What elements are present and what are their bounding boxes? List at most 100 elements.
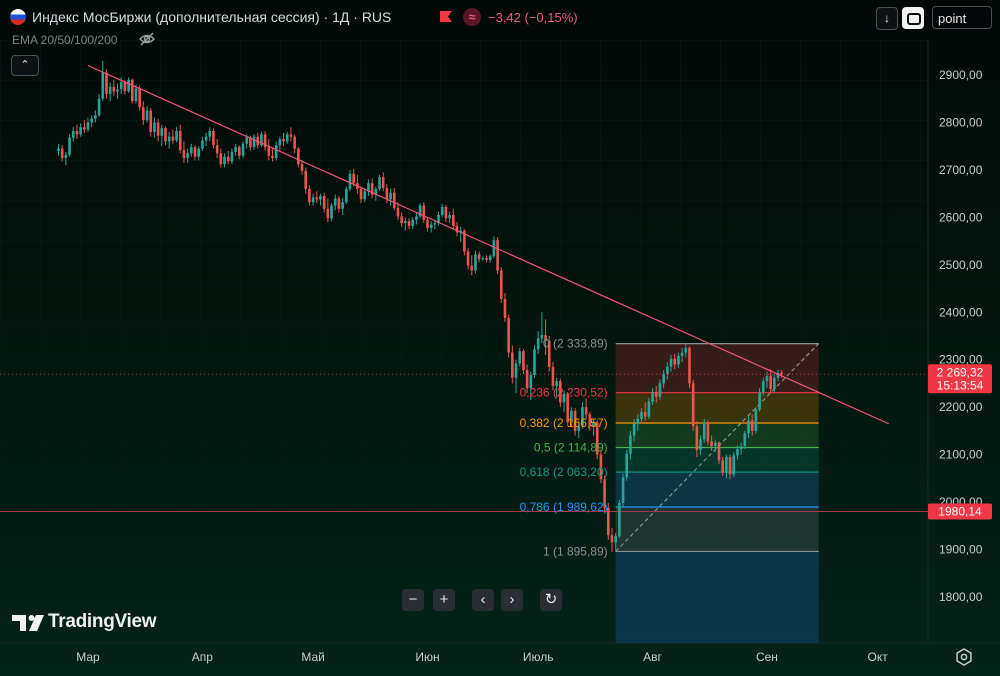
candle-body (404, 221, 407, 224)
price-tick-label: 2700,00 (939, 163, 983, 177)
candle-body (610, 535, 614, 543)
candle (702, 419, 706, 443)
red-flag-icon[interactable] (440, 11, 452, 22)
price-tick-label: 1800,00 (939, 590, 983, 604)
flag-icon (10, 9, 26, 25)
countdown-label: 15:13:54 (937, 378, 984, 392)
chevron-up-icon[interactable]: ⌃ (11, 55, 39, 76)
candle-body (212, 130, 215, 146)
candle-body (773, 377, 776, 390)
candle-body (400, 216, 403, 224)
candle-body (219, 153, 223, 165)
candle-body (86, 122, 90, 130)
candle (130, 78, 134, 104)
candle-body (651, 391, 654, 402)
candle-body (60, 148, 64, 159)
fib-extension-zone (615, 551, 819, 643)
candle-body (632, 423, 636, 436)
candle-body (618, 502, 621, 537)
reset-icon[interactable]: ↻ (540, 589, 562, 611)
candle-body (643, 411, 647, 417)
candle-body (736, 448, 739, 456)
candle-body (282, 139, 285, 142)
screenshot-icon[interactable] (902, 7, 924, 29)
candle-body (640, 411, 643, 420)
candle-body (193, 147, 197, 157)
arrow-down-icon[interactable]: ↓ (876, 7, 898, 30)
candle-body (389, 192, 392, 200)
candle-body (533, 349, 536, 375)
candle-body (326, 208, 330, 219)
candle-body (142, 107, 145, 121)
price-tick-label: 2800,00 (939, 115, 983, 129)
candle (378, 174, 381, 192)
candle-body (94, 115, 97, 119)
candle-body (241, 143, 245, 156)
candle-body (119, 82, 123, 90)
candle-body (348, 173, 352, 189)
price-tick-label: 2600,00 (939, 210, 983, 224)
candle-body (79, 127, 82, 135)
candle-body (706, 422, 710, 442)
candle-body (337, 198, 341, 209)
candle-body (710, 441, 713, 447)
candle-body (739, 446, 743, 449)
candle-body (149, 110, 153, 132)
symbol-wave-icon[interactable]: ≈ (463, 8, 481, 26)
candle-body (636, 419, 640, 424)
candle-body (518, 351, 522, 364)
candle-body (330, 205, 333, 219)
candle (732, 452, 736, 478)
candle (688, 346, 691, 389)
minus-icon[interactable]: − (402, 589, 424, 611)
eye-hidden-icon[interactable] (138, 31, 156, 47)
candle-body (186, 153, 189, 159)
fib-level-label: 1 (1 895,89) (543, 544, 608, 558)
time-tick-label: Апр (192, 650, 214, 664)
candle-body (725, 456, 728, 473)
candle-body (127, 79, 130, 92)
candle-body (97, 98, 101, 116)
candle-body (116, 89, 119, 92)
tradingview-wordmark: TradingView (48, 611, 157, 632)
candle-body (252, 136, 256, 148)
candle-body (750, 420, 754, 431)
candle-body (754, 409, 758, 431)
candle-body (105, 72, 108, 94)
candle-body (274, 145, 278, 159)
candle-body (448, 214, 451, 219)
candle-body (514, 363, 518, 378)
symbol-title[interactable]: Индекс МосБиржи (дополнительная сессия) … (32, 9, 391, 25)
price-tick-label: 2400,00 (939, 305, 983, 319)
candle-body (201, 140, 204, 149)
candle-body (112, 86, 116, 92)
candle-body (422, 205, 426, 220)
candle-body (647, 401, 651, 417)
chart-canvas[interactable]: 0 (2 333,89) 0,236 (2 230,52) 0,382 (2 166… (0, 0, 1000, 676)
candle-body (226, 156, 230, 162)
candle-body (234, 147, 237, 152)
time-tick-label: Сен (756, 650, 778, 664)
time-tick-label: Окт (868, 650, 889, 664)
chevron-left-icon[interactable]: ‹ (472, 589, 494, 611)
candle-body (614, 536, 617, 543)
candle-body (385, 187, 389, 200)
candle-body (666, 366, 669, 374)
candle-body (197, 148, 200, 157)
tool-select[interactable]: point (932, 6, 992, 29)
candle-body (297, 148, 300, 165)
chevron-right-icon[interactable]: › (501, 589, 523, 611)
candle-body (359, 188, 363, 200)
indicator-legend[interactable]: EMA 20/50/100/200 (12, 33, 117, 47)
fib-level-label: 0,236 (2 230,52) (520, 386, 608, 400)
candle (691, 379, 695, 431)
candle-body (662, 373, 665, 384)
plus-icon[interactable]: + (433, 589, 455, 611)
time-tick-label: Июн (415, 650, 439, 664)
settings-icon[interactable] (955, 648, 973, 666)
candle-body (308, 188, 311, 203)
price-tick-label: 1900,00 (939, 543, 983, 557)
candle-body (138, 88, 141, 108)
candle-body (407, 221, 411, 226)
candle-body (780, 372, 784, 375)
